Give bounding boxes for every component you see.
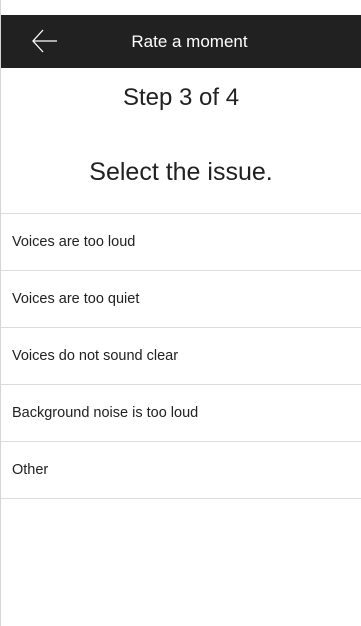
issue-option-not-clear[interactable]: Voices do not sound clear [1,328,361,385]
question-prompt: Select the issue. [89,158,273,186]
issue-list: Voices are too loud Voices are too quiet… [1,213,361,499]
issue-option-too-loud[interactable]: Voices are too loud [1,214,361,271]
page-title: Rate a moment [131,32,248,51]
issue-option-too-quiet[interactable]: Voices are too quiet [1,271,361,328]
step-indicator: Step 3 of 4 [122,84,240,111]
issue-option-other[interactable]: Other [1,442,361,499]
rate-moment-screen: Rate a moment Step 3 of 4 Select the iss… [0,0,361,626]
issue-option-background-noise[interactable]: Background noise is too loud [1,385,361,442]
top-app-bar: Rate a moment [1,15,361,68]
